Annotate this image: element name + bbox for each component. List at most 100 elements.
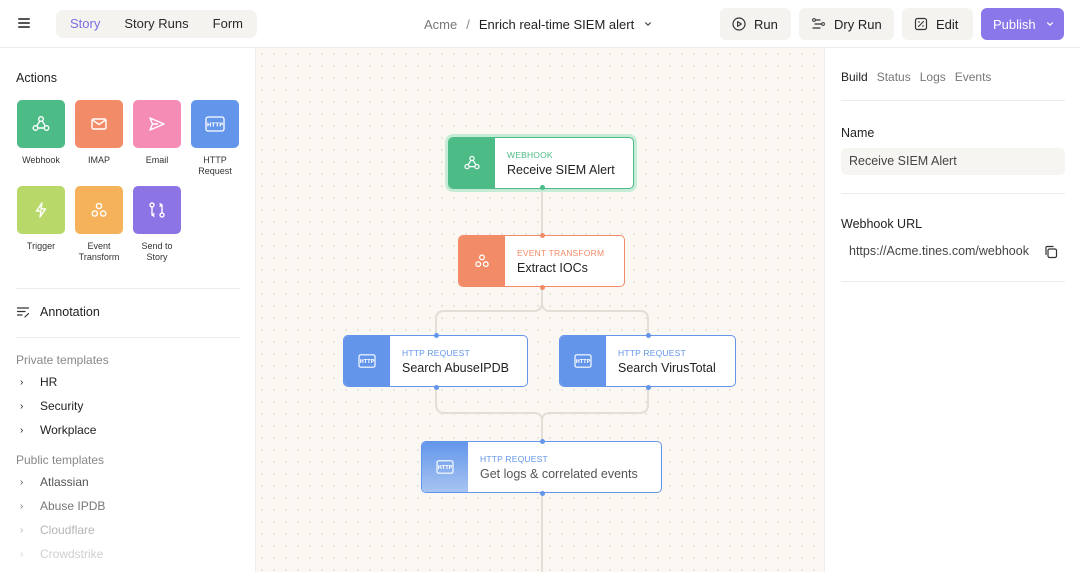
webhook-icon xyxy=(449,138,495,188)
breadcrumb-org[interactable]: Acme xyxy=(424,17,457,32)
node-type: HTTP REQUEST xyxy=(480,453,548,464)
svg-text:HTTP: HTTP xyxy=(360,359,375,365)
left-sidebar: Actions Webhook IMAP Email HTTP HTTP Req… xyxy=(0,48,256,572)
chevron-right-icon: › xyxy=(20,400,24,412)
action-label: HTTP Request xyxy=(198,155,232,176)
template-item[interactable]: › Abuse IPDB xyxy=(20,499,105,513)
action-webhook[interactable]: Webhook xyxy=(15,100,67,166)
node-webhook[interactable]: WEBHOOK Receive SIEM Alert xyxy=(448,137,634,189)
right-panel: Build Status Logs Events Name Receive SI… xyxy=(824,48,1080,572)
send-icon xyxy=(133,100,181,148)
svg-text:HTTP: HTTP xyxy=(576,359,591,365)
node-type: HTTP REQUEST xyxy=(402,347,470,358)
template-label: HR xyxy=(40,375,58,389)
tab-events[interactable]: Events xyxy=(955,70,992,84)
public-templates-label: Public templates xyxy=(16,453,105,467)
chevron-right-icon: › xyxy=(20,424,24,436)
template-label: Atlassian xyxy=(40,475,89,489)
node-name: Search VirusTotal xyxy=(618,360,716,375)
name-field[interactable]: Receive SIEM Alert xyxy=(841,148,1065,175)
breadcrumb-separator: / xyxy=(466,16,470,32)
action-http-request[interactable]: HTTP HTTP Request xyxy=(189,100,241,177)
tab-story[interactable]: Story xyxy=(58,10,112,38)
input-port[interactable] xyxy=(433,332,439,338)
template-label: Crowdstrike xyxy=(40,547,104,561)
action-imap[interactable]: IMAP xyxy=(73,100,125,166)
webhook-url-field[interactable]: https://Acme.tines.com/webhook xyxy=(841,238,1037,265)
action-label: Trigger xyxy=(26,241,56,251)
chevron-right-icon: › xyxy=(20,376,24,388)
mail-icon xyxy=(75,100,123,148)
top-bar: Story Story Runs Form Acme / Enrich real… xyxy=(0,0,1080,48)
node-name: Search AbuseIPDB xyxy=(402,360,510,375)
output-port[interactable] xyxy=(539,490,545,496)
template-item[interactable]: › Cloudflare xyxy=(20,523,95,537)
edit-icon xyxy=(914,17,928,31)
svg-text:HTTP: HTTP xyxy=(207,123,223,129)
publish-label: Publish xyxy=(993,16,1036,32)
divider xyxy=(16,288,240,289)
panel-tabs: Build Status Logs Events xyxy=(841,70,1000,84)
publish-button[interactable]: Publish xyxy=(981,8,1064,40)
chevron-down-icon[interactable] xyxy=(644,20,652,28)
svg-text:HTTP: HTTP xyxy=(438,465,453,471)
menu-icon[interactable] xyxy=(16,16,32,32)
template-label: Abuse IPDB xyxy=(40,499,106,513)
webhook-icon xyxy=(17,100,65,148)
output-port[interactable] xyxy=(539,184,545,190)
divider xyxy=(841,100,1065,101)
annotation-button[interactable]: Annotation xyxy=(16,305,100,319)
story-tabs: Story Story Runs Form xyxy=(56,10,257,38)
action-email[interactable]: Email xyxy=(131,100,183,166)
template-item[interactable]: › Atlassian xyxy=(20,475,89,489)
lightning-icon xyxy=(17,186,65,234)
copy-icon[interactable] xyxy=(1043,244,1059,260)
edit-button[interactable]: Edit xyxy=(902,8,973,40)
output-port[interactable] xyxy=(539,284,545,290)
divider xyxy=(16,337,240,338)
action-label: Webhook xyxy=(22,155,60,165)
node-search-virustotal[interactable]: HTTP HTTP REQUEST Search VirusTotal xyxy=(559,335,736,387)
transform-icon xyxy=(459,236,505,286)
chevron-right-icon: › xyxy=(20,524,24,536)
template-item[interactable]: › Crowdstrike xyxy=(20,547,103,561)
chevron-right-icon: › xyxy=(20,548,24,560)
dry-run-button[interactable]: Dry Run xyxy=(799,8,894,40)
annotation-icon xyxy=(16,307,30,318)
name-label: Name xyxy=(841,126,875,140)
output-port[interactable] xyxy=(433,384,439,390)
tab-build[interactable]: Build xyxy=(841,70,868,84)
chevron-right-icon: › xyxy=(20,500,24,512)
input-port[interactable] xyxy=(645,332,651,338)
webhook-url-label: Webhook URL xyxy=(841,217,923,231)
breadcrumb-story-title[interactable]: Enrich real-time SIEM alert xyxy=(479,17,634,32)
input-port[interactable] xyxy=(539,232,545,238)
action-trigger[interactable]: Trigger xyxy=(15,186,67,252)
action-send-to-story[interactable]: Send to Story xyxy=(131,186,183,263)
tab-status[interactable]: Status xyxy=(877,70,911,84)
node-event-transform[interactable]: EVENT TRANSFORM Extract IOCs xyxy=(458,235,625,287)
run-button[interactable]: Run xyxy=(720,8,791,40)
tab-form[interactable]: Form xyxy=(201,10,255,38)
divider xyxy=(841,281,1065,282)
input-port[interactable] xyxy=(539,438,545,444)
template-item[interactable]: › Workplace xyxy=(20,423,96,437)
node-type: WEBHOOK xyxy=(507,149,553,160)
node-get-logs[interactable]: HTTP HTTP REQUEST Get logs & correlated … xyxy=(421,441,662,493)
play-icon xyxy=(732,17,746,31)
node-search-abuseipdb[interactable]: HTTP HTTP REQUEST Search AbuseIPDB xyxy=(343,335,528,387)
tab-logs[interactable]: Logs xyxy=(920,70,946,84)
http-icon: HTTP xyxy=(191,100,239,148)
output-port[interactable] xyxy=(645,384,651,390)
send-to-story-icon xyxy=(133,186,181,234)
template-item[interactable]: › HR xyxy=(20,375,57,389)
template-label: Cloudflare xyxy=(40,523,95,537)
chevron-down-icon[interactable] xyxy=(1046,20,1054,28)
action-event-transform[interactable]: Event Transform xyxy=(73,186,125,263)
template-item[interactable]: › Security xyxy=(20,399,83,413)
story-canvas[interactable]: WEBHOOK Receive SIEM Alert EVENT TRANSFO… xyxy=(256,48,824,572)
actions-title: Actions xyxy=(16,71,57,85)
tab-story-runs[interactable]: Story Runs xyxy=(112,10,200,38)
annotation-label: Annotation xyxy=(40,305,100,319)
divider xyxy=(841,193,1065,194)
